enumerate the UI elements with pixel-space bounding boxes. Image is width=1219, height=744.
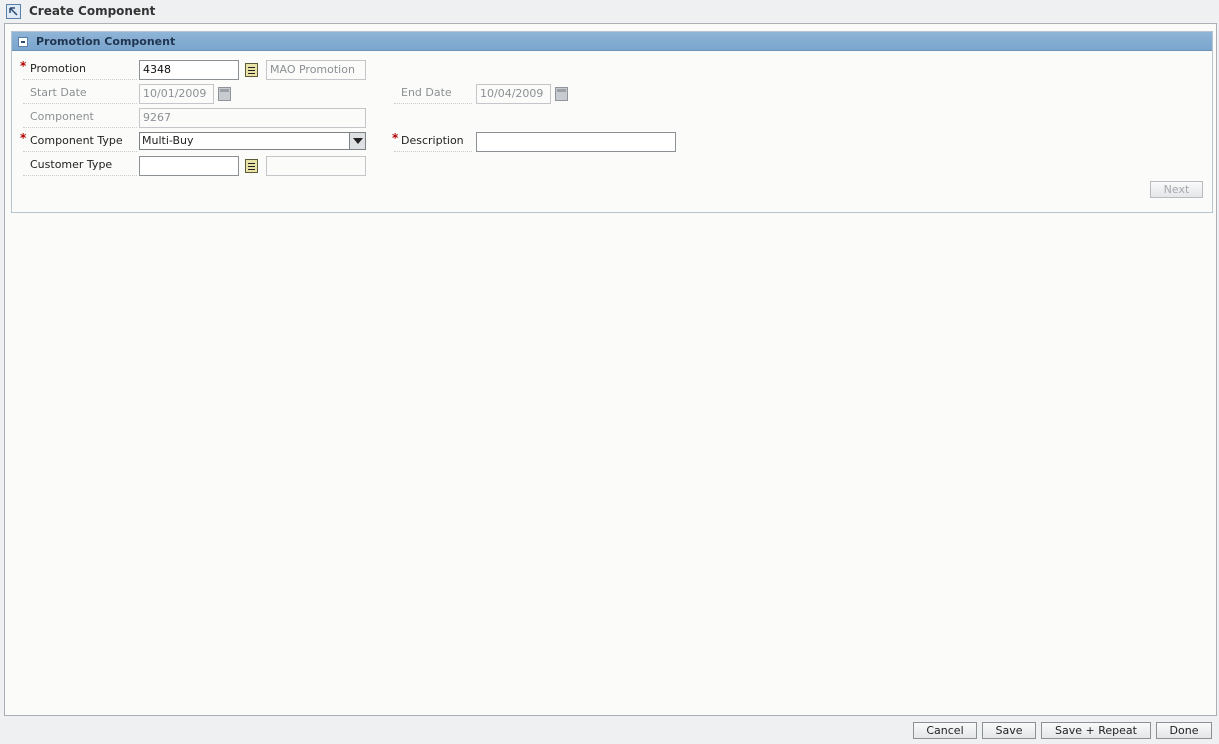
end-date-label: End Date (394, 85, 472, 104)
save-repeat-button[interactable]: Save + Repeat (1041, 722, 1151, 739)
list-of-values-icon[interactable] (245, 63, 258, 77)
promotion-input[interactable]: 4348 (139, 60, 239, 80)
footer-button-bar: Cancel Save Save + Repeat Done (0, 722, 1219, 740)
next-button[interactable]: Next (1150, 181, 1203, 198)
window-titlebar: Create Component (0, 0, 1219, 22)
calendar-icon (218, 87, 231, 101)
panel-title: Promotion Component (36, 35, 176, 48)
customer-type-description-field (266, 156, 366, 176)
component-type-value: Multi-Buy (142, 134, 194, 147)
list-of-values-icon[interactable] (245, 159, 258, 173)
start-date-field: 10/01/2009 (139, 84, 214, 104)
window-title: Create Component (29, 4, 156, 18)
promotion-component-panel: Promotion Component * Promotion 4348 MAO… (11, 31, 1213, 213)
cancel-button[interactable]: Cancel (913, 722, 977, 739)
done-button[interactable]: Done (1156, 722, 1212, 739)
main-content: Promotion Component * Promotion 4348 MAO… (4, 23, 1217, 716)
component-type-label: Component Type (23, 133, 137, 152)
customer-type-label: Customer Type (23, 157, 137, 176)
promotion-label: Promotion (23, 61, 137, 80)
component-field: 9267 (139, 108, 366, 128)
dropdown-arrow-icon[interactable] (349, 133, 365, 149)
promotion-description-field: MAO Promotion (266, 60, 366, 80)
component-arrow-icon (6, 4, 21, 19)
customer-type-input[interactable] (139, 156, 239, 176)
start-date-label: Start Date (23, 85, 137, 104)
save-button[interactable]: Save (982, 722, 1036, 739)
component-type-select[interactable]: Multi-Buy (139, 132, 366, 150)
description-label: Description (394, 133, 472, 152)
collapse-minus-icon[interactable] (18, 37, 28, 47)
calendar-icon (555, 87, 568, 101)
panel-header: Promotion Component (12, 32, 1212, 51)
description-input[interactable] (476, 132, 676, 152)
end-date-field: 10/04/2009 (476, 84, 551, 104)
component-label: Component (23, 109, 137, 128)
